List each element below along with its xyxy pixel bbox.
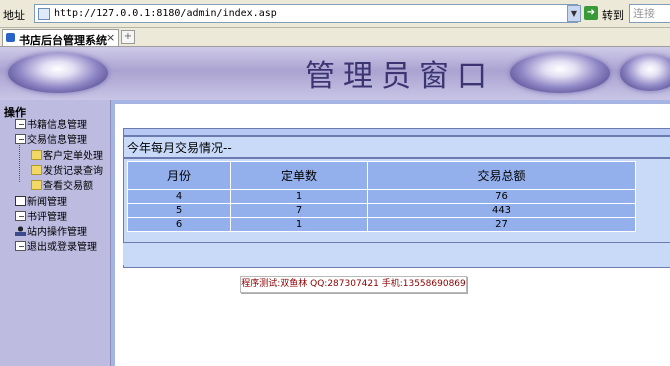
url-input[interactable]: http://127.0.0.1:8180/admin/index.asp: [34, 4, 578, 23]
panel-heading: 今年每月交易情况--: [127, 141, 232, 155]
decorative-orb-image: [510, 53, 610, 93]
menu-title: 操作: [4, 106, 26, 119]
folder-icon: [31, 180, 42, 190]
close-tab-icon[interactable]: ×: [106, 31, 115, 44]
menu-item-view-turnover[interactable]: 查看交易额: [31, 180, 93, 193]
menu-item-books[interactable]: 书籍信息管理: [15, 119, 87, 132]
person-icon: [15, 226, 26, 236]
folder-icon: [31, 150, 42, 160]
menu-item-reviews[interactable]: 书评管理: [15, 211, 67, 224]
links-field[interactable]: 连接: [629, 4, 670, 23]
table-cell: 4: [127, 189, 231, 204]
url-dropdown-icon[interactable]: ▼: [567, 5, 581, 22]
top-strip: [115, 100, 670, 104]
url-text[interactable]: http://127.0.0.1:8180/admin/index.asp: [54, 6, 277, 21]
menu-item-shipping-records[interactable]: 发货记录查询: [31, 165, 103, 178]
tab-bar: 书店后台管理系统 × +: [0, 28, 670, 47]
menu-item-logout-login[interactable]: 退出或登录管理: [15, 241, 97, 254]
table-row: 4 1 76: [127, 189, 636, 204]
header-banner: 管理员窗口: [0, 47, 670, 100]
menu-item-site-operations[interactable]: 站内操作管理: [15, 226, 87, 239]
tab-label[interactable]: 书店后台管理系统: [19, 32, 107, 48]
folder-icon: [31, 165, 42, 175]
decorative-orb-image: [620, 55, 670, 91]
book-icon: [15, 134, 26, 144]
table-cell: 443: [367, 203, 636, 218]
go-label[interactable]: 转到: [602, 7, 624, 23]
book-icon: [15, 241, 26, 251]
panel-footer: [123, 242, 670, 265]
news-icon: [15, 196, 26, 206]
table-cell: 1: [230, 189, 368, 204]
menu-item-news[interactable]: 新闻管理: [15, 196, 67, 209]
table-cell: 6: [127, 217, 231, 232]
column-header-orders: 定单数: [230, 161, 368, 190]
monthly-stats-table: 月份 定单数 交易总额 4 1 76 5 7 443 6 1 27: [127, 161, 636, 232]
credit-text: 程序测试:双鱼林 QQ:287307421 手机:13558690869: [240, 276, 467, 293]
table-cell: 5: [127, 203, 231, 218]
main-content: 今年每月交易情况-- 月份 定单数 交易总额 4 1 76 5 7 443 6: [111, 100, 670, 366]
page-icon: [38, 8, 50, 20]
table-row: 5 7 443: [127, 203, 636, 218]
page-title: 管理员窗口: [305, 59, 495, 94]
decorative-orb-image: [8, 53, 108, 93]
menu-item-transactions[interactable]: 交易信息管理: [15, 134, 87, 147]
book-icon: [15, 119, 26, 129]
table-cell: 7: [230, 203, 368, 218]
go-button[interactable]: ➜ 转到: [584, 5, 624, 22]
go-arrow-icon[interactable]: ➜: [584, 6, 598, 20]
menu-item-customer-orders[interactable]: 客户定单处理: [31, 150, 103, 163]
new-tab-icon[interactable]: +: [121, 30, 135, 44]
table-row: 6 1 27: [127, 217, 636, 232]
table-cell: 1: [230, 217, 368, 232]
column-header-total: 交易总额: [367, 161, 636, 190]
table-cell: 27: [367, 217, 636, 232]
ie-page-icon: [6, 33, 15, 42]
book-icon: [15, 211, 26, 221]
panel-header: 今年每月交易情况--: [123, 136, 670, 158]
table-cell: 76: [367, 189, 636, 204]
column-header-month: 月份: [127, 161, 231, 190]
panel-top-bar: [123, 128, 670, 136]
address-label: 地址: [3, 9, 25, 22]
sidebar: 操作 书籍信息管理 交易信息管理 客户定单处理 发货记录查询 查看交易额 新闻管…: [0, 100, 111, 366]
tab-admin[interactable]: 书店后台管理系统 ×: [2, 29, 119, 48]
address-bar: 地址 http://127.0.0.1:8180/admin/index.asp…: [0, 0, 670, 28]
